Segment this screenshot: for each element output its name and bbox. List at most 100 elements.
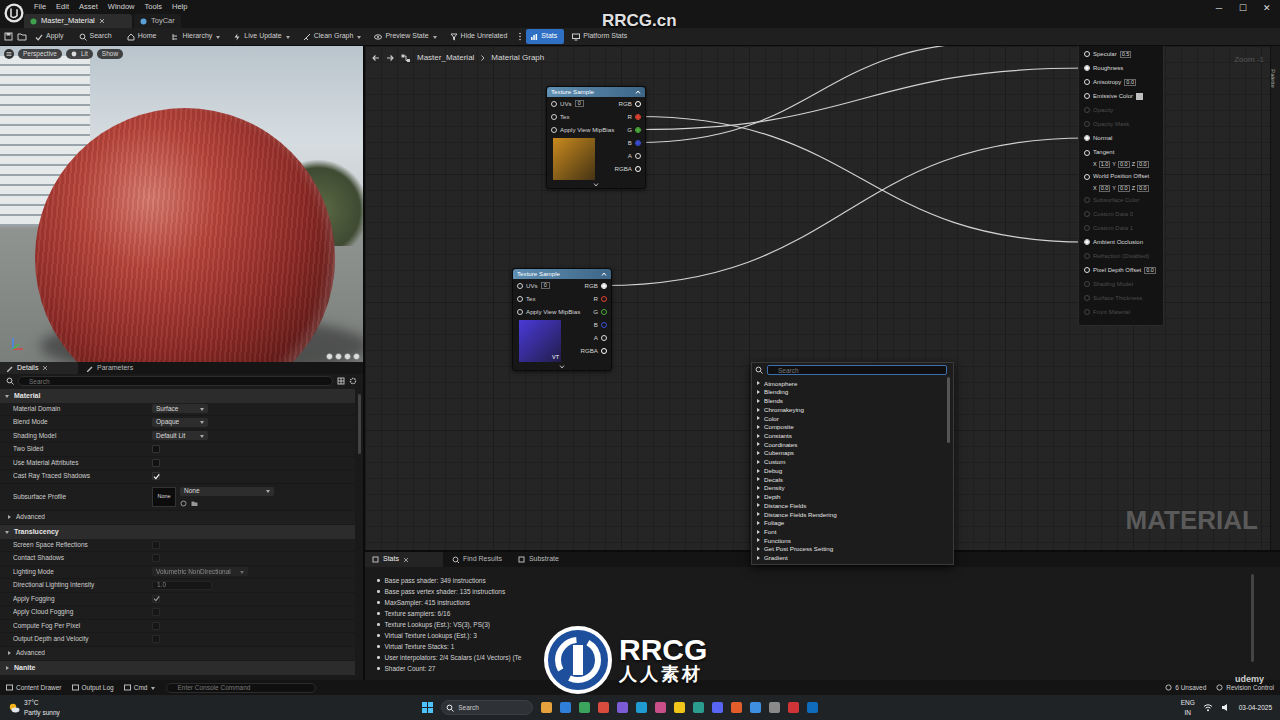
output-pin-row[interactable]: RGBA (580, 344, 607, 357)
group-header[interactable]: Advanced (0, 511, 355, 525)
toolbar-label[interactable]: Hierarchy (182, 31, 212, 42)
menu-item[interactable]: Window (108, 1, 135, 12)
checkbox[interactable] (152, 459, 160, 467)
panel-tab-label[interactable]: Parameters (97, 363, 133, 374)
input-pin[interactable] (517, 309, 523, 315)
category-label[interactable]: Distance Fields (764, 501, 806, 510)
category-label[interactable]: Distance Fields Rendering (764, 510, 837, 519)
input-pin[interactable] (1084, 253, 1090, 259)
result-pin-row[interactable]: Ambient Occlusion (1084, 235, 1163, 249)
toolbar-button[interactable]: Stats (526, 29, 564, 44)
checkbox[interactable] (152, 554, 160, 562)
app-icon[interactable] (693, 702, 704, 713)
input-pin[interactable] (1084, 281, 1090, 287)
category-label[interactable]: Custom (764, 457, 785, 466)
checkbox[interactable] (152, 608, 160, 616)
node-header[interactable]: Texture Sample (547, 87, 645, 97)
clock[interactable]: 03-04-2025 (1239, 703, 1272, 713)
toolbar-label[interactable]: Preview State (385, 31, 428, 42)
toolbar-button[interactable]: Live Update (229, 29, 294, 44)
viewport-button-label[interactable]: Perspective (23, 49, 57, 59)
toolbar-label[interactable]: Search (90, 31, 112, 42)
input-pin[interactable] (551, 101, 557, 107)
status-button[interactable]: Content Drawer (6, 683, 62, 693)
app-icon[interactable] (636, 702, 647, 713)
input-pin[interactable] (517, 283, 523, 289)
category-item[interactable]: Constants (755, 431, 947, 440)
viewport-button[interactable]: Show (97, 49, 123, 59)
node-header[interactable]: Texture Sample (513, 269, 611, 279)
category-label[interactable]: Blends (764, 396, 783, 405)
input-pin[interactable] (1084, 174, 1090, 180)
output-pin[interactable] (635, 101, 641, 107)
vector-component-field[interactable]: 0.0 (1099, 185, 1111, 192)
dropdown-value[interactable]: Default Lit (156, 431, 185, 441)
language-code[interactable]: IN (1184, 708, 1191, 718)
checkbox[interactable] (152, 445, 160, 453)
app-icon[interactable] (788, 702, 799, 713)
category-item[interactable]: Density (755, 484, 947, 493)
panel-tab[interactable]: Substrate (511, 552, 566, 567)
output-pin[interactable] (601, 283, 607, 289)
output-pin-row[interactable]: G (593, 305, 607, 318)
category-item[interactable]: Distance Fields (755, 501, 947, 510)
toolbar-label[interactable]: Apply (46, 31, 64, 42)
material-result-node[interactable]: Specular0.5RoughnessAnisotropy0.0Emissiv… (1078, 46, 1164, 326)
output-pin-row[interactable]: B (628, 136, 641, 149)
result-pin-row[interactable]: Subsurface Color (1084, 193, 1163, 207)
document-tab[interactable]: Master_Material (24, 14, 132, 28)
checkbox[interactable] (152, 541, 160, 549)
app-icon[interactable] (731, 702, 742, 713)
input-pin[interactable] (1084, 93, 1090, 99)
category-item[interactable]: Gradient (755, 553, 947, 562)
result-pin-row[interactable]: Emissive Color (1084, 89, 1163, 103)
vector-component-field[interactable]: 1.0 (1099, 161, 1111, 168)
section-title[interactable]: Translucency (14, 527, 59, 538)
status-label[interactable]: 6 Unsaved (1175, 683, 1206, 693)
section-title[interactable]: Nanite (14, 663, 35, 674)
category-label[interactable]: Font (764, 527, 776, 536)
result-pin-row[interactable]: Surface Thickness (1084, 291, 1163, 305)
category-item[interactable]: Foliage (755, 519, 947, 528)
dropdown-value[interactable]: Opaque (156, 417, 179, 427)
toolbar-label[interactable]: Home (138, 31, 157, 42)
output-pin-row[interactable]: B (594, 318, 607, 331)
app-icon[interactable] (674, 702, 685, 713)
toolbar-label[interactable]: Platform Stats (583, 31, 627, 42)
tab-label[interactable]: Master_Material (41, 15, 95, 26)
connection-wire[interactable] (604, 138, 1087, 286)
category-label[interactable]: Constants (764, 431, 792, 440)
node-title[interactable]: Texture Sample (517, 269, 560, 278)
category-label[interactable]: Get Post Process Setting (764, 544, 833, 553)
category-item[interactable]: Blending (755, 388, 947, 397)
status-button[interactable]: Output Log (72, 683, 114, 693)
category-item[interactable]: Blends (755, 396, 947, 405)
app-icon[interactable] (712, 702, 723, 713)
category-label[interactable]: Chromakeying (764, 405, 804, 414)
category-item[interactable]: Composite (755, 423, 947, 432)
viewport-button[interactable]: Lit (66, 49, 93, 59)
input-pin[interactable] (1084, 121, 1090, 127)
section-title[interactable]: Material (14, 391, 40, 402)
panel-tab-label[interactable]: Substrate (529, 554, 559, 565)
toolbar-button[interactable]: Home (123, 29, 164, 44)
result-pin-row[interactable]: Anisotropy0.0 (1084, 75, 1163, 89)
section-header[interactable]: Translucency (0, 525, 355, 539)
output-pin[interactable] (635, 153, 641, 159)
panel-tab[interactable]: Parameters (80, 362, 139, 374)
category-item[interactable]: Cubemaps (755, 449, 947, 458)
toolbar-button[interactable]: Preview State (370, 29, 441, 44)
input-pin[interactable] (1084, 309, 1090, 315)
checkbox[interactable] (152, 595, 160, 603)
panel-tab[interactable]: Find Results (445, 552, 509, 567)
category-label[interactable]: Coordinates (764, 440, 797, 449)
category-item[interactable]: Decals (755, 475, 947, 484)
output-pin[interactable] (601, 309, 607, 315)
result-pin-row[interactable]: Pixel Depth Offset0.0 (1084, 263, 1163, 277)
result-pin-row[interactable]: Custom Data 1 (1084, 221, 1163, 235)
category-item[interactable]: Font (755, 527, 947, 536)
viewport-button-label[interactable]: Show (102, 49, 118, 59)
breadcrumb-item[interactable]: Material Graph (491, 52, 544, 64)
panel-tab-label[interactable]: Find Results (463, 554, 502, 565)
result-pin-row[interactable]: Opacity (1084, 103, 1163, 117)
